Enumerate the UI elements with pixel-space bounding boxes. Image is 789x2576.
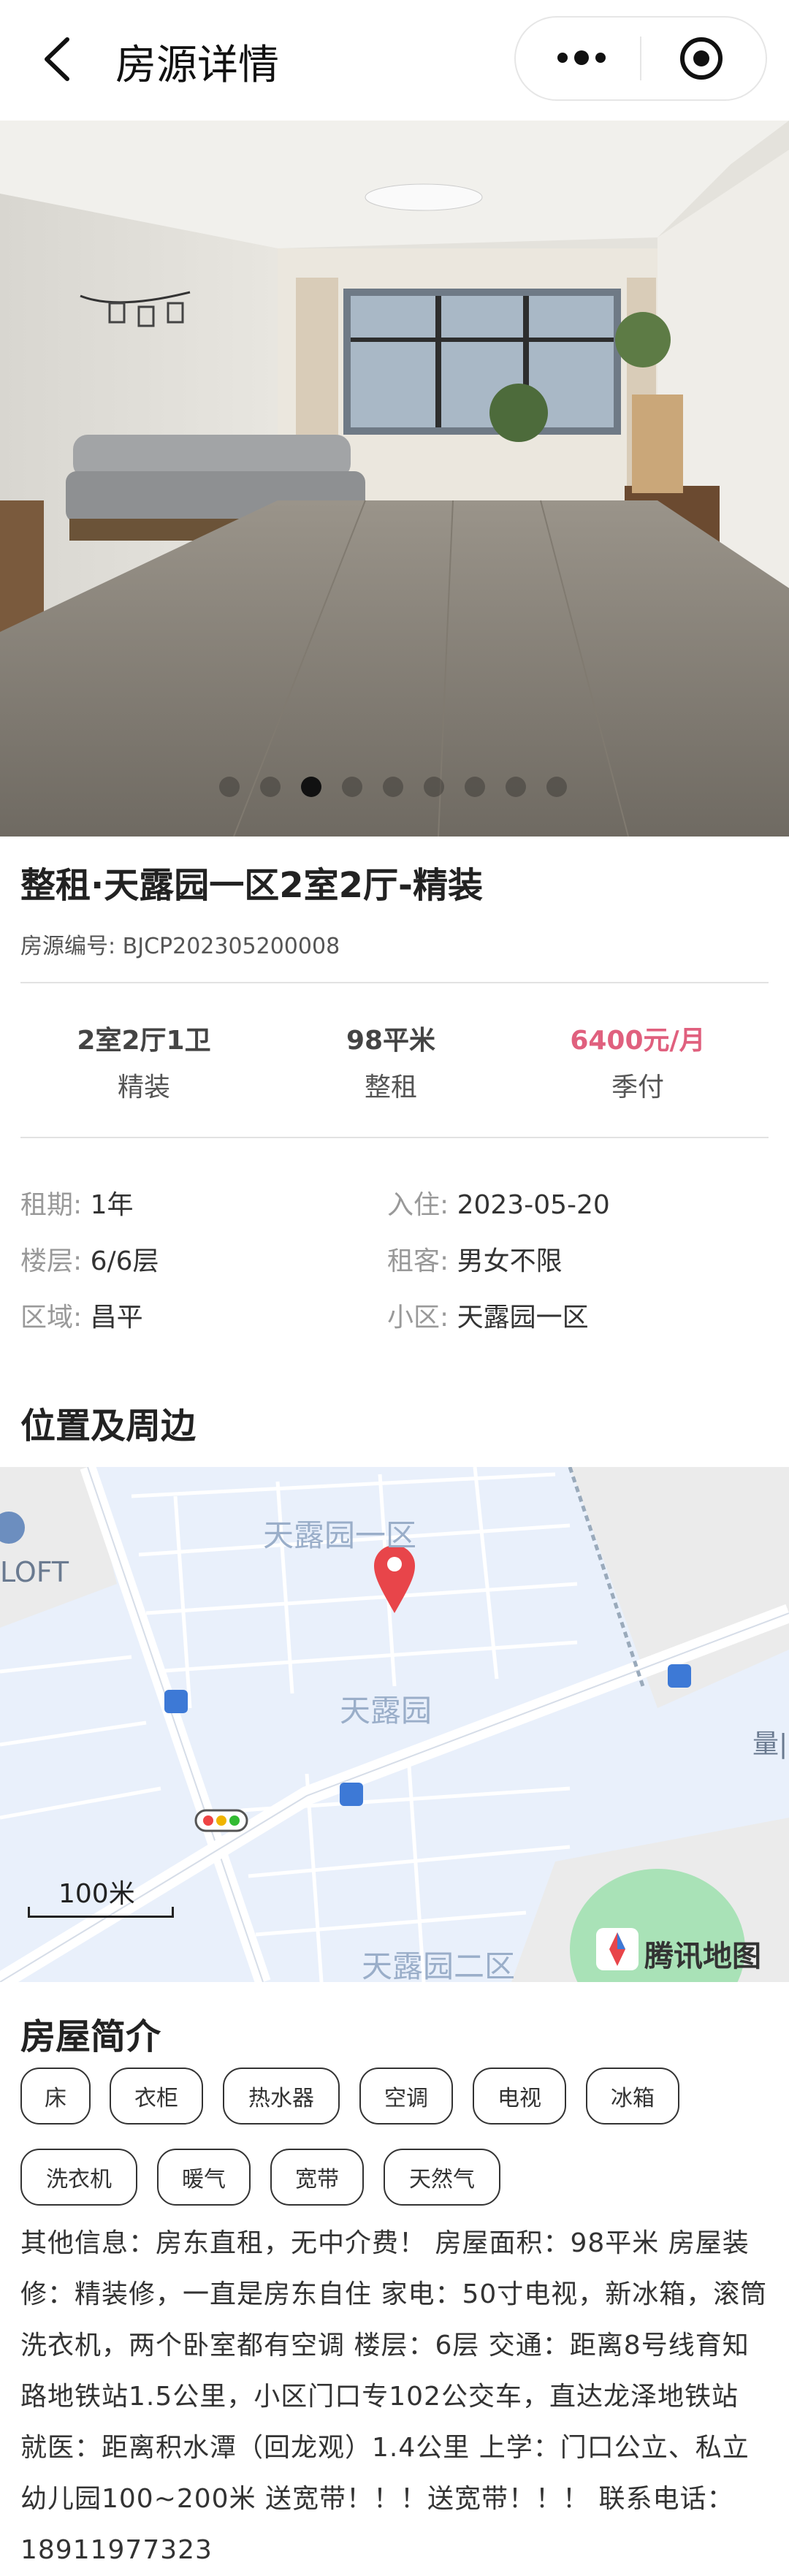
- spec-value: 2室2厅1卫: [77, 1026, 211, 1056]
- tencent-map-icon: [596, 1928, 639, 1970]
- detail-tenant: 租客: 男女不限: [387, 1240, 563, 1278]
- spec-sub: 季付: [611, 1072, 664, 1102]
- detail-key: 区域:: [20, 1303, 83, 1333]
- map-label-tianluyuan-1: 天露园一区: [263, 1517, 417, 1553]
- intro-section-title: 房屋简介: [20, 2016, 161, 2057]
- house-description: 其他信息：房东直租，无中介费！ 房屋面积：98平米 房屋装修：精装修，一直是房东…: [20, 2228, 768, 2565]
- spec-price: 6400元/月 季付: [514, 1019, 762, 1104]
- indicator-dot[interactable]: [260, 777, 281, 797]
- detail-key: 租期:: [20, 1190, 83, 1220]
- more-options-icon[interactable]: [552, 47, 611, 69]
- indicator-dot[interactable]: [424, 777, 444, 797]
- indicator-dot[interactable]: [342, 777, 362, 797]
- map-label-loft: LOFT: [0, 1556, 69, 1588]
- detail-value: 昌平: [90, 1303, 143, 1333]
- detail-value: 天露园一区: [457, 1303, 589, 1333]
- spec-sub: 精装: [117, 1072, 170, 1102]
- detail-key: 小区:: [387, 1303, 449, 1333]
- detail-move-in: 入住: 2023-05-20: [387, 1184, 610, 1222]
- map-scale-label: 100米: [58, 1879, 135, 1909]
- indicator-dot[interactable]: [506, 777, 526, 797]
- map-provider-name: 腾讯地图: [644, 1940, 761, 1973]
- listing-title: 整租·天露园一区2室2厅-精装: [20, 865, 483, 906]
- page-title: 房源详情: [115, 42, 279, 89]
- detail-key: 楼层:: [20, 1246, 83, 1276]
- detail-district: 区域: 昌平: [20, 1296, 143, 1334]
- spec-sub: 整租: [364, 1072, 417, 1102]
- price-value: 6400元/月: [570, 1026, 706, 1056]
- feature-tag: 电视: [473, 2068, 566, 2125]
- indicator-dot[interactable]: [219, 777, 240, 797]
- back-arrow-icon[interactable]: [37, 34, 80, 85]
- map-label-tianluyuan-2: 天露园二区: [362, 1948, 516, 1982]
- carousel-indicators: [219, 777, 570, 799]
- detail-key: 租客:: [387, 1246, 449, 1276]
- house-photo-carousel[interactable]: [0, 121, 789, 837]
- feature-tag: 宽带: [270, 2149, 364, 2206]
- spec-area: 98平米 整租: [267, 1019, 515, 1104]
- detail-value: 2023-05-20: [457, 1190, 610, 1220]
- detail-floor: 楼层: 6/6层: [20, 1240, 159, 1278]
- detail-community: 小区: 天露园一区: [387, 1296, 589, 1334]
- detail-value: 男女不限: [457, 1246, 563, 1276]
- divider: [20, 982, 769, 983]
- spec-value: 98平米: [346, 1026, 436, 1056]
- detail-value: 6/6层: [90, 1246, 159, 1276]
- location-section-title: 位置及周边: [20, 1406, 197, 1447]
- map-label-tianluyuan: 天露园: [340, 1693, 432, 1729]
- indicator-dot[interactable]: [383, 777, 403, 797]
- divider: [20, 1137, 769, 1138]
- listing-code: 房源编号: BJCP202305200008: [20, 934, 340, 959]
- map-scale-bar: [28, 1907, 174, 1918]
- feature-tag: 天然气: [384, 2149, 500, 2206]
- spec-layout: 2室2厅1卫 精装: [20, 1019, 268, 1104]
- detail-value: 1年: [90, 1190, 134, 1220]
- map-label-edge: 量|: [752, 1729, 788, 1759]
- indicator-dot[interactable]: [465, 777, 485, 797]
- feature-tag: 暖气: [157, 2149, 251, 2206]
- indicator-dot-active[interactable]: [301, 777, 321, 797]
- feature-tag: 洗衣机: [20, 2149, 137, 2206]
- detail-key: 入住:: [387, 1190, 449, 1220]
- feature-tag: 空调: [359, 2068, 453, 2125]
- close-miniprogram-icon[interactable]: [678, 35, 725, 82]
- detail-lease-term: 租期: 1年: [20, 1184, 134, 1222]
- feature-tag: 冰箱: [586, 2068, 679, 2125]
- feature-tag: 衣柜: [110, 2068, 203, 2125]
- feature-tag: 热水器: [223, 2068, 340, 2125]
- capsule-divider: [640, 37, 641, 80]
- living-room-photo: [0, 121, 789, 837]
- feature-tag: 床: [20, 2068, 91, 2125]
- indicator-dot[interactable]: [546, 777, 567, 797]
- mini-program-capsule: [514, 16, 767, 101]
- nav-bar: 房源详情: [0, 0, 789, 121]
